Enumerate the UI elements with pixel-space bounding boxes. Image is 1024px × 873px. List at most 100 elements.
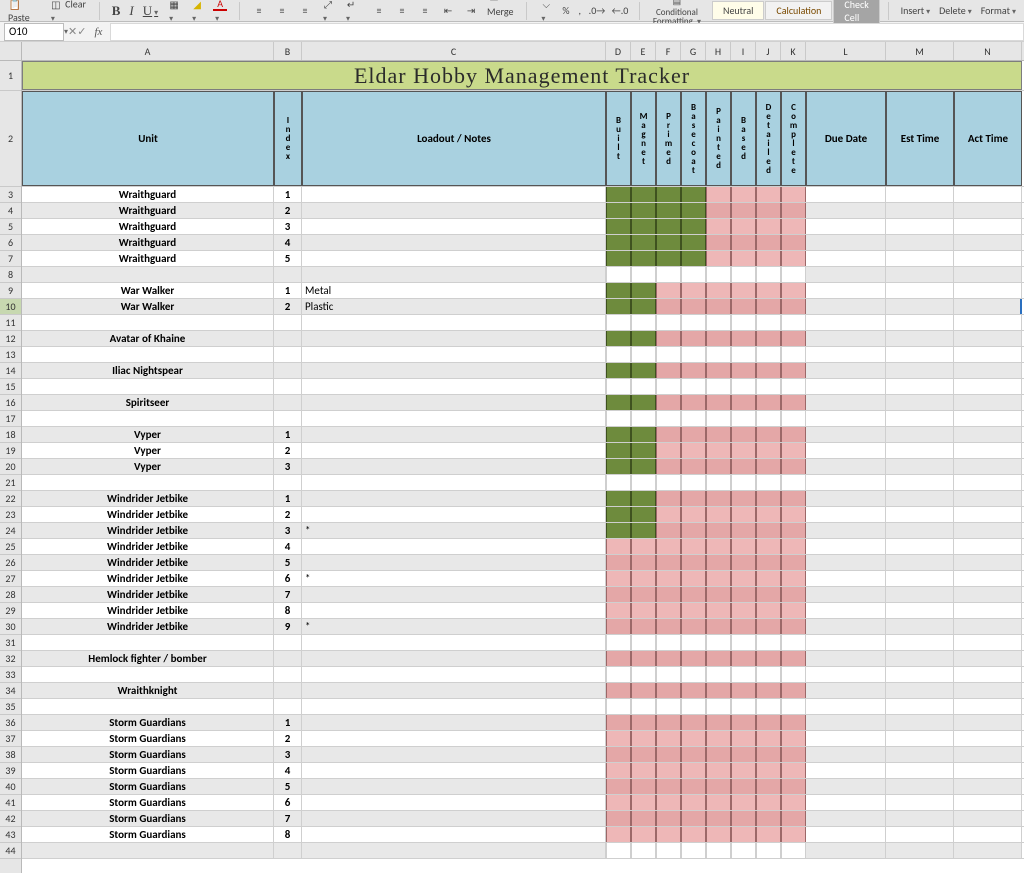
cell-empty[interactable] <box>756 843 781 858</box>
cell-empty[interactable] <box>954 267 1022 282</box>
cell-notes[interactable] <box>302 779 606 794</box>
cell-empty[interactable] <box>806 635 886 650</box>
cell-unit[interactable]: Vyper <box>22 459 274 474</box>
align-left-button[interactable]: ≡ <box>368 2 390 20</box>
cell-status-6[interactable] <box>756 571 781 586</box>
cell-status-2[interactable] <box>656 203 681 218</box>
cell-empty[interactable] <box>22 475 274 490</box>
cell-status-7[interactable] <box>781 363 806 378</box>
cell-status-7[interactable] <box>781 763 806 778</box>
cell-n[interactable] <box>954 507 1022 522</box>
cell-status-1[interactable] <box>631 331 656 346</box>
cell-status-2[interactable] <box>656 651 681 666</box>
cell-status-2[interactable] <box>656 219 681 234</box>
cell-empty[interactable] <box>781 411 806 426</box>
format-button[interactable]: Format <box>977 2 1020 19</box>
cell-empty[interactable] <box>756 475 781 490</box>
cell-status-7[interactable] <box>781 747 806 762</box>
cell-status-6[interactable] <box>756 539 781 554</box>
cell-notes[interactable]: * <box>302 619 606 634</box>
cell-empty[interactable] <box>681 699 706 714</box>
cell-m[interactable] <box>886 299 954 314</box>
row-header-19[interactable]: 19 <box>0 443 21 459</box>
cell-unit[interactable]: Wraithguard <box>22 235 274 250</box>
cell-unit[interactable]: Windrider Jetbike <box>22 619 274 634</box>
cell-l[interactable] <box>806 443 886 458</box>
cell-empty[interactable] <box>274 379 302 394</box>
cell-notes[interactable] <box>302 795 606 810</box>
cell-notes[interactable] <box>302 715 606 730</box>
cell-status-4[interactable] <box>706 203 731 218</box>
cell-status-1[interactable] <box>631 827 656 842</box>
cell-status-5[interactable] <box>731 427 756 442</box>
row-header-42[interactable]: 42 <box>0 811 21 827</box>
cell-unit[interactable]: War Walker <box>22 299 274 314</box>
row-header-27[interactable]: 27 <box>0 571 21 587</box>
cell-status-1[interactable] <box>631 459 656 474</box>
cell-n[interactable] <box>954 187 1022 202</box>
cell-empty[interactable] <box>22 843 274 858</box>
cell-empty[interactable] <box>731 379 756 394</box>
cell-notes[interactable] <box>302 251 606 266</box>
cell-empty[interactable] <box>302 699 606 714</box>
cell-status-4[interactable] <box>706 555 731 570</box>
cell-index[interactable]: 2 <box>274 507 302 522</box>
cell-n[interactable] <box>954 251 1022 266</box>
cell-m[interactable] <box>886 491 954 506</box>
cell-empty[interactable] <box>274 315 302 330</box>
cell-empty[interactable] <box>656 699 681 714</box>
cell-notes[interactable] <box>302 443 606 458</box>
table-row[interactable]: Storm Guardians2 <box>22 731 1024 747</box>
cell-status-2[interactable] <box>656 587 681 602</box>
cell-status-5[interactable] <box>731 363 756 378</box>
cell-empty[interactable] <box>681 267 706 282</box>
cell-status-4[interactable] <box>706 795 731 810</box>
cell-status-4[interactable] <box>706 491 731 506</box>
cell-empty[interactable] <box>656 667 681 682</box>
cell-n[interactable] <box>954 683 1022 698</box>
cell-status-2[interactable] <box>656 235 681 250</box>
table-row[interactable]: War Walker2Plastic <box>22 299 1024 315</box>
cell-unit[interactable]: Storm Guardians <box>22 827 274 842</box>
table-row[interactable]: War Walker1Metal <box>22 283 1024 299</box>
cell-status-3[interactable] <box>681 299 706 314</box>
cell-unit[interactable]: Windrider Jetbike <box>22 587 274 602</box>
cell-status-7[interactable] <box>781 619 806 634</box>
cell-m[interactable] <box>886 523 954 538</box>
cell-m[interactable] <box>886 427 954 442</box>
cell-empty[interactable] <box>756 347 781 362</box>
cell-status-5[interactable] <box>731 299 756 314</box>
cell-status-5[interactable] <box>731 219 756 234</box>
cell-status-3[interactable] <box>681 331 706 346</box>
cell-status-1[interactable] <box>631 811 656 826</box>
cell-notes[interactable]: * <box>302 523 606 538</box>
row-header-26[interactable]: 26 <box>0 555 21 571</box>
cell-status-6[interactable] <box>756 731 781 746</box>
cell-status-7[interactable] <box>781 571 806 586</box>
cell-status-6[interactable] <box>756 331 781 346</box>
cell-n[interactable] <box>954 459 1022 474</box>
cell-notes[interactable] <box>302 507 606 522</box>
table-row[interactable]: Storm Guardians4 <box>22 763 1024 779</box>
cell-status-1[interactable] <box>631 603 656 618</box>
table-row[interactable]: Spiritseer <box>22 395 1024 411</box>
cell-status-0[interactable] <box>606 731 631 746</box>
cell-empty[interactable] <box>274 635 302 650</box>
cell-m[interactable] <box>886 507 954 522</box>
table-row[interactable] <box>22 267 1024 283</box>
cell-empty[interactable] <box>781 315 806 330</box>
cell-status-5[interactable] <box>731 571 756 586</box>
cell-empty[interactable] <box>781 699 806 714</box>
cell-status-2[interactable] <box>656 443 681 458</box>
cell-empty[interactable] <box>631 699 656 714</box>
cell-status-1[interactable] <box>631 187 656 202</box>
cell-unit[interactable]: Storm Guardians <box>22 795 274 810</box>
cell-index[interactable]: 7 <box>274 811 302 826</box>
cell-empty[interactable] <box>302 347 606 362</box>
cell-status-3[interactable] <box>681 491 706 506</box>
cell-empty[interactable] <box>731 315 756 330</box>
cell-l[interactable] <box>806 507 886 522</box>
cell-notes[interactable] <box>302 587 606 602</box>
row-header-8[interactable]: 8 <box>0 267 21 283</box>
table-row[interactable]: Wraithguard1 <box>22 187 1024 203</box>
